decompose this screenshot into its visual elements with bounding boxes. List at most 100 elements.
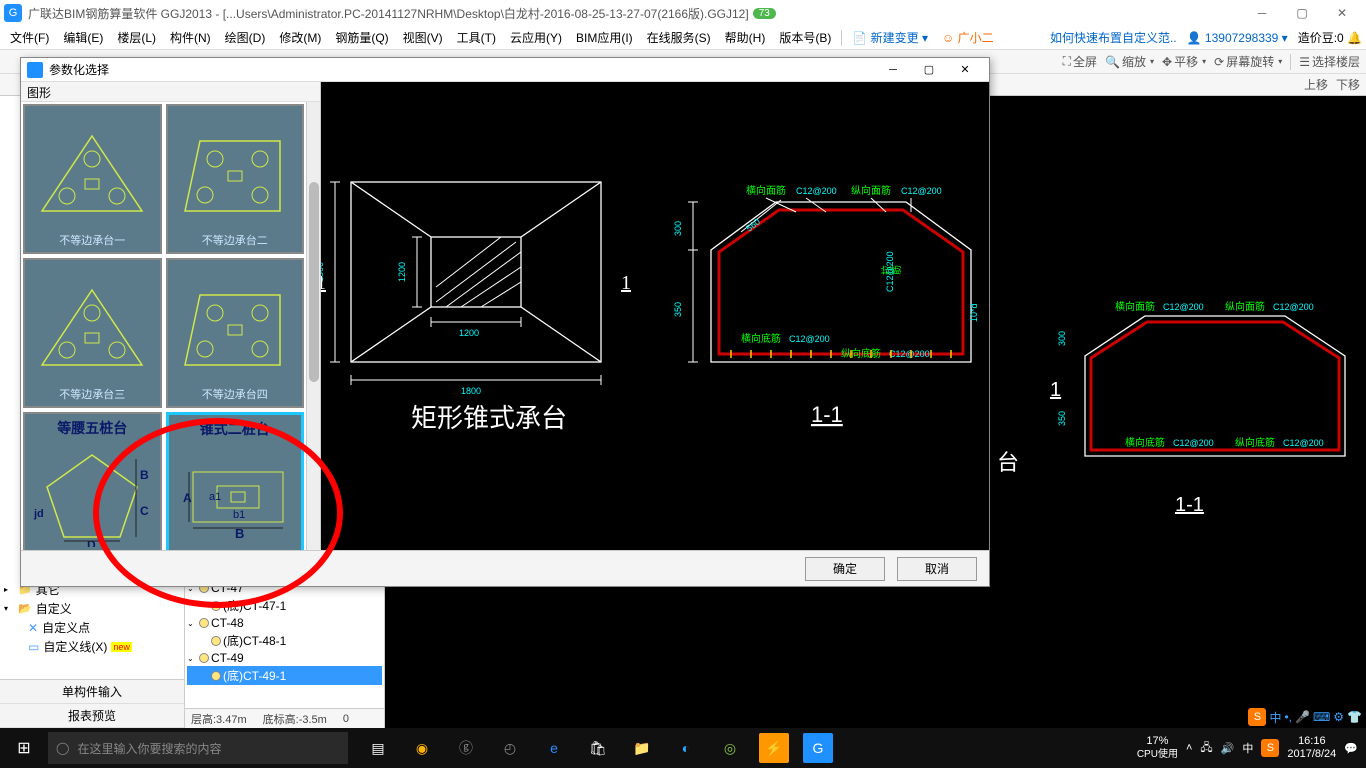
report-preview-button[interactable]: 报表预览 (0, 704, 184, 728)
dialog-titlebar[interactable]: 参数化选择 ─ ▢ ✕ (21, 58, 989, 82)
menu-help[interactable]: 帮助(H) (719, 27, 772, 48)
svg-text:纵向底筋: 纵向底筋 (1235, 436, 1275, 449)
ime-settings-icon[interactable]: ⚙ (1333, 710, 1344, 724)
dialog-button-row: 确定 取消 (21, 550, 989, 586)
menu-rebar[interactable]: 钢筋量(Q) (329, 27, 394, 48)
menu-bim[interactable]: BIM应用(I) (570, 27, 639, 48)
thumb-unequal-3[interactable]: 不等边承台三 (23, 258, 162, 408)
ime-punct-icon[interactable]: •, (1284, 710, 1292, 724)
maximize-button[interactable]: ▢ (1282, 0, 1322, 26)
cpu-meter[interactable]: 17% CPU使用 (1137, 735, 1178, 760)
new-change-button[interactable]: 📄 新建变更 ▾ (846, 27, 934, 48)
menu-component[interactable]: 构件(N) (164, 27, 217, 48)
edge-icon[interactable]: e (532, 728, 576, 768)
shapes-tab[interactable]: 图形 (27, 86, 51, 100)
ime-keyboard-icon[interactable]: ⌨ (1313, 710, 1330, 724)
menu-view[interactable]: 视图(V) (397, 27, 449, 48)
svg-text:C12@200: C12@200 (796, 186, 837, 196)
menu-modify[interactable]: 修改(M) (273, 27, 327, 48)
svg-text:纵向面筋: 纵向面筋 (1225, 300, 1265, 313)
menu-file[interactable]: 文件(F) (4, 27, 55, 48)
thumb-cone-2pile[interactable]: 锥式二桩台 A a1 b1 B (166, 412, 305, 550)
notification-badge[interactable]: 73 (753, 8, 776, 19)
fullscreen-button[interactable]: ⛶ 全屏 (1063, 53, 1097, 70)
tree-custom-line[interactable]: 自定义线(X) (43, 638, 107, 655)
help-link[interactable]: 如何快速布置自定义范.. (1050, 29, 1177, 46)
search-placeholder: 在这里输入你要搜索的内容 (77, 740, 221, 757)
thumb-unequal-2[interactable]: 不等边承台二 (166, 104, 305, 254)
menubar: 文件(F) 编辑(E) 楼层(L) 构件(N) 绘图(D) 修改(M) 钢筋量(… (0, 26, 1366, 50)
tree-ct48[interactable]: CT-48 (211, 616, 244, 630)
user-chip[interactable]: ☺ 广小二 (936, 27, 1000, 48)
parametric-dialog: 参数化选择 ─ ▢ ✕ 图形 不等边承台一 不等边承台二 (20, 57, 990, 587)
svg-text:1800: 1800 (461, 386, 481, 396)
ok-button[interactable]: 确定 (805, 557, 885, 581)
menu-draw[interactable]: 绘图(D) (219, 27, 272, 48)
menu-edit[interactable]: 编辑(E) (57, 27, 109, 48)
tree-ct49[interactable]: CT-49 (211, 651, 244, 665)
clock[interactable]: 16:16 2017/8/24 (1287, 735, 1336, 761)
thumb-penta[interactable]: 等腰五桩台 B C D jd (23, 412, 162, 550)
menu-online[interactable]: 在线服务(S) (641, 27, 717, 48)
task-view-icon[interactable]: ▤ (356, 728, 400, 768)
menu-floor[interactable]: 楼层(L) (111, 27, 162, 48)
tray-sogou-icon[interactable]: S (1261, 739, 1279, 757)
svg-text:C12@200: C12@200 (889, 349, 930, 359)
dialog-preview[interactable]: 1800 1200 1800 1200 1 1 矩形锥式承台 横向面筋 (321, 82, 989, 550)
minimize-button[interactable]: ─ (1242, 0, 1282, 26)
thumb-unequal-4[interactable]: 不等边承台四 (166, 258, 305, 408)
app-1-icon[interactable]: ◉ (400, 728, 444, 768)
app-2-icon[interactable]: ⓖ (444, 728, 488, 768)
svg-text:D: D (87, 538, 96, 547)
ime-mic-icon[interactable]: 🎤 (1295, 710, 1310, 724)
menu-version[interactable]: 版本号(B) (773, 27, 837, 48)
tree-custom[interactable]: 自定义 (36, 600, 72, 617)
dialog-minimize[interactable]: ─ (875, 59, 911, 81)
app-3-icon[interactable]: ◴ (488, 728, 532, 768)
svg-text:A: A (183, 491, 192, 505)
tray-ime-icon[interactable]: 中 (1242, 740, 1253, 756)
thumb-unequal-1[interactable]: 不等边承台一 (23, 104, 162, 254)
move-up-button[interactable]: 上移 (1304, 76, 1328, 93)
pan-dropdown[interactable]: ✥ 平移 (1162, 53, 1206, 70)
thumb-scrollbar[interactable] (306, 102, 320, 550)
notifications-icon[interactable]: 💬 (1344, 742, 1358, 755)
tree-ct47-1[interactable]: (底)CT-47-1 (223, 597, 286, 614)
tray-up-icon[interactable]: ˄ (1186, 742, 1192, 754)
select-floor-button[interactable]: ☰ 选择楼层 (1299, 53, 1360, 70)
svg-text:横向面筋: 横向面筋 (1115, 300, 1155, 313)
svg-text:jd: jd (33, 508, 44, 520)
tree-custom-point[interactable]: 自定义点 (42, 619, 90, 636)
app-5-icon[interactable]: ◎ (708, 728, 752, 768)
app-6-icon[interactable]: ⚡ (759, 733, 789, 763)
start-button[interactable]: ⊞ (0, 728, 48, 768)
tree-ct48-1[interactable]: (底)CT-48-1 (223, 632, 286, 649)
tray-net-icon[interactable]: 🖧 (1200, 739, 1212, 758)
svg-text:横向底筋: 横向底筋 (1125, 436, 1165, 449)
ime-zh[interactable]: 中 (1269, 709, 1281, 726)
taskbar-search[interactable]: ◯ 在这里输入你要搜索的内容 (48, 732, 348, 764)
rotate-dropdown[interactable]: ⟳ 屏幕旋转 (1214, 53, 1282, 70)
explorer-icon[interactable]: 📁 (620, 728, 664, 768)
menu-cloud[interactable]: 云应用(Y) (504, 27, 568, 48)
dialog-maximize[interactable]: ▢ (911, 59, 947, 81)
store-icon[interactable]: 🛍 (576, 728, 620, 768)
menu-tool[interactable]: 工具(T) (451, 27, 502, 48)
ime-icon[interactable]: S (1248, 708, 1266, 726)
tree-ct49-1[interactable]: (底)CT-49-1 (223, 667, 286, 684)
single-input-button[interactable]: 单构件输入 (0, 680, 184, 704)
shape-thumbnails[interactable]: 不等边承台一 不等边承台二 不等边承台三 不等边承台四 (21, 102, 306, 550)
zoom-dropdown[interactable]: 🔍 缩放 (1105, 53, 1154, 70)
move-down-button[interactable]: 下移 (1336, 76, 1360, 93)
ime-shirt-icon[interactable]: 👕 (1347, 710, 1362, 724)
dialog-close[interactable]: ✕ (947, 59, 983, 81)
tray-vol-icon[interactable]: 🔊 (1221, 742, 1235, 755)
dialog-left-panel: 图形 不等边承台一 不等边承台二 不等边承台三 (21, 82, 321, 550)
app-4-icon[interactable]: ◐ (664, 728, 708, 768)
account-chip[interactable]: 👤 13907298339 ▾ (1187, 31, 1288, 45)
app-ggj-icon[interactable]: G (803, 733, 833, 763)
cancel-button[interactable]: 取消 (897, 557, 977, 581)
svg-text:350: 350 (673, 302, 683, 317)
close-button[interactable]: ✕ (1322, 0, 1362, 26)
floor-height: 层高:3.47m (191, 711, 247, 727)
